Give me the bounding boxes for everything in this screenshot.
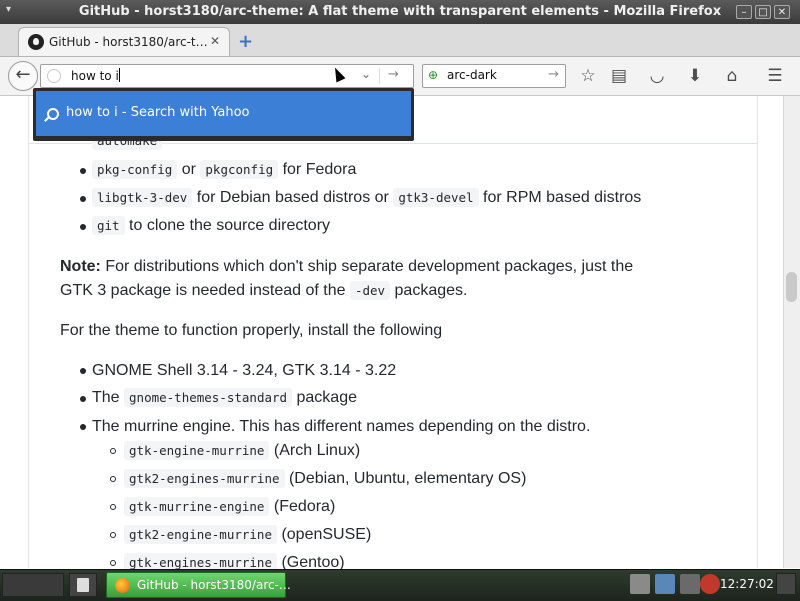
window-title-bar: ▾ GitHub - horst3180/arc-theme: A flat t… xyxy=(0,0,800,24)
url-input[interactable]: how to i xyxy=(71,68,120,83)
bookmark-star-icon[interactable]: ☆ xyxy=(576,64,600,88)
new-tab-button[interactable]: + xyxy=(238,31,253,52)
bullet-icon xyxy=(80,396,86,402)
circle-bullet-icon xyxy=(110,476,116,482)
github-icon xyxy=(28,34,44,50)
suggestion-label: how to i - Search with Yahoo xyxy=(66,105,250,120)
minimize-button[interactable]: – xyxy=(736,5,752,19)
search-engine-icon[interactable]: ⊕ xyxy=(428,68,438,82)
bullet-icon xyxy=(80,196,86,202)
inline-code: pkgconfig xyxy=(200,160,279,179)
bullet-icon xyxy=(80,424,86,430)
taskbar-firefox-window[interactable]: GitHub - horst3180/arc-… xyxy=(106,572,291,598)
inline-code: git xyxy=(92,216,125,235)
bullet-icon xyxy=(80,168,86,174)
downloads-icon[interactable]: ⬇ xyxy=(683,64,707,88)
inline-code: pkg-config xyxy=(92,160,178,179)
volume-icon[interactable] xyxy=(680,574,700,594)
close-window-button[interactable]: ✕ xyxy=(774,5,790,19)
circle-bullet-icon xyxy=(110,532,116,538)
list-item: GNOME Shell 3.14 - 3.24, GTK 3.14 - 3.22 xyxy=(92,362,397,379)
inline-code: -dev xyxy=(349,281,391,300)
vertical-scrollbar[interactable] xyxy=(783,96,800,568)
inline-code: gtk2-engine-murrine xyxy=(124,525,277,544)
window-title: GitHub - horst3180/arc-theme: A flat the… xyxy=(78,4,722,19)
note-paragraph-line1: Note: For distributions which don't ship… xyxy=(60,258,634,275)
firefox-icon xyxy=(115,578,130,593)
bullet-icon xyxy=(80,224,86,230)
go-arrow-icon[interactable]: → xyxy=(388,67,399,82)
history-dropdown-icon[interactable]: ⌄ xyxy=(361,67,371,81)
search-go-icon[interactable]: → xyxy=(548,67,559,82)
show-desktop-button[interactable] xyxy=(2,573,64,597)
url-bar[interactable]: how to i ⌄ → xyxy=(40,64,414,88)
readme-border-right xyxy=(757,96,758,568)
clock[interactable]: 12:27:02 xyxy=(720,577,774,591)
list-item: gtk2-engine-murrine (openSUSE) xyxy=(124,525,371,544)
site-info-icon[interactable] xyxy=(47,69,61,83)
home-icon[interactable]: ⌂ xyxy=(720,64,744,88)
circle-bullet-icon xyxy=(110,448,116,454)
install-intro: For the theme to function properly, inst… xyxy=(60,322,443,339)
search-bar[interactable]: ⊕ arc-dark → xyxy=(422,64,566,88)
note-label: Note: xyxy=(60,258,101,275)
search-icon xyxy=(47,108,59,120)
inline-code: libgtk-3-dev xyxy=(92,188,193,207)
logout-button[interactable] xyxy=(776,573,796,595)
list-item: gtk2-engines-murrine (Debian, Ubuntu, el… xyxy=(124,469,526,488)
note-paragraph-line2: GTK 3 package is needed instead of the -… xyxy=(60,281,468,300)
list-item: libgtk-3-dev for Debian based distros or… xyxy=(92,188,641,207)
circle-bullet-icon xyxy=(110,504,116,510)
bookmarks-menu-icon[interactable]: ▤ xyxy=(607,64,631,88)
close-tab-icon[interactable]: ✕ xyxy=(210,34,220,48)
tab-github[interactable]: GitHub - horst3180/arc-t… ✕ xyxy=(18,27,230,56)
circle-bullet-icon xyxy=(110,560,116,566)
list-item: pkg-config or pkgconfig for Fedora xyxy=(92,160,356,179)
readme-border-left xyxy=(28,96,29,568)
file-manager-launcher[interactable] xyxy=(69,573,97,597)
list-item: The gnome-themes-standard package xyxy=(92,388,357,407)
scrollbar-thumb[interactable] xyxy=(786,272,797,302)
inline-code: gnome-themes-standard xyxy=(124,388,293,407)
bullet-icon xyxy=(80,368,86,374)
back-button[interactable]: ← xyxy=(8,61,38,91)
pocket-icon[interactable]: ◡ xyxy=(645,64,669,88)
list-item: The murrine engine. This has different n… xyxy=(92,418,591,435)
url-autocomplete-popup: how to i - Search with Yahoo xyxy=(33,88,414,141)
inline-code: gtk-murrine-engine xyxy=(124,497,270,516)
tab-label: GitHub - horst3180/arc-t… xyxy=(49,35,208,49)
inline-code: gtk2-engines-murrine xyxy=(124,469,285,488)
network-icon[interactable] xyxy=(655,574,675,594)
list-item: gtk-engine-murrine (Arch Linux) xyxy=(124,441,360,460)
inline-code: gtk-engine-murrine xyxy=(124,441,270,460)
hamburger-menu-icon[interactable]: ☰ xyxy=(763,64,787,88)
taskbar-window-label: GitHub - horst3180/arc-… xyxy=(137,578,291,592)
update-icon[interactable] xyxy=(700,574,720,594)
search-input[interactable]: arc-dark xyxy=(447,68,497,82)
list-item: git to clone the source directory xyxy=(92,216,330,235)
maximize-button[interactable]: □ xyxy=(755,5,771,19)
url-bar-separator xyxy=(379,68,380,84)
search-suggestion-item[interactable]: how to i - Search with Yahoo xyxy=(36,91,411,136)
keyboard-icon[interactable] xyxy=(630,574,650,594)
text-caret xyxy=(118,68,120,82)
list-item: gtk-murrine-engine (Fedora) xyxy=(124,497,335,516)
inline-code: gtk3-devel xyxy=(393,188,479,207)
